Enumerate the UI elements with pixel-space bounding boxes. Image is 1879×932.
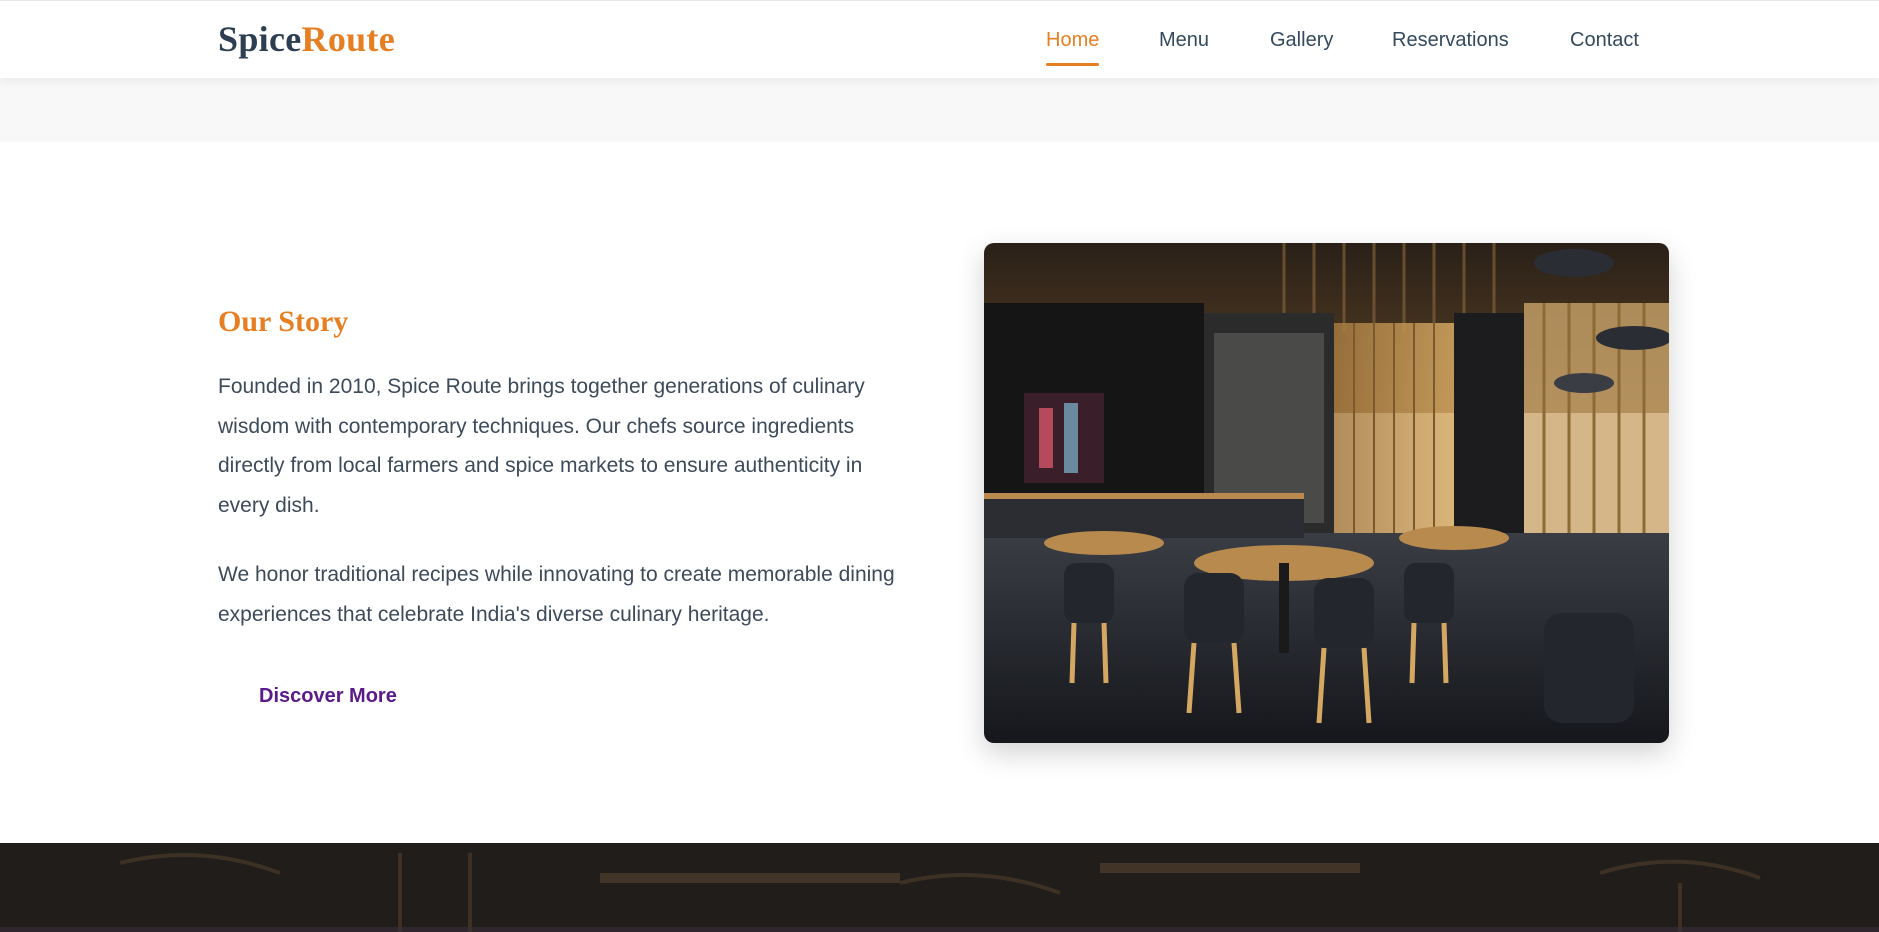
next-section-background <box>0 843 1879 932</box>
nav-link-contact[interactable]: Contact <box>1570 27 1639 53</box>
nav-link-gallery[interactable]: Gallery <box>1270 27 1333 53</box>
story-heading: Our Story <box>218 305 349 338</box>
navbar: SpiceRoute Home Menu Gallery Reservation… <box>0 0 1879 78</box>
nav-link-home[interactable]: Home <box>1046 27 1099 53</box>
story-paragraph-2: We honor traditional recipes while innov… <box>218 563 895 626</box>
nav-link-reservations[interactable]: Reservations <box>1392 27 1509 53</box>
restaurant-interior-image <box>984 243 1669 743</box>
active-nav-indicator <box>1046 63 1099 66</box>
hero-bottom-band <box>0 78 1879 142</box>
story-paragraph-1: Founded in 2010, Spice Route brings toge… <box>218 375 865 517</box>
nav-links: Home Menu Gallery Reservations Contact <box>0 1 1879 79</box>
discover-more-button[interactable]: Discover More <box>259 684 397 708</box>
nav-link-menu[interactable]: Menu <box>1159 27 1209 53</box>
